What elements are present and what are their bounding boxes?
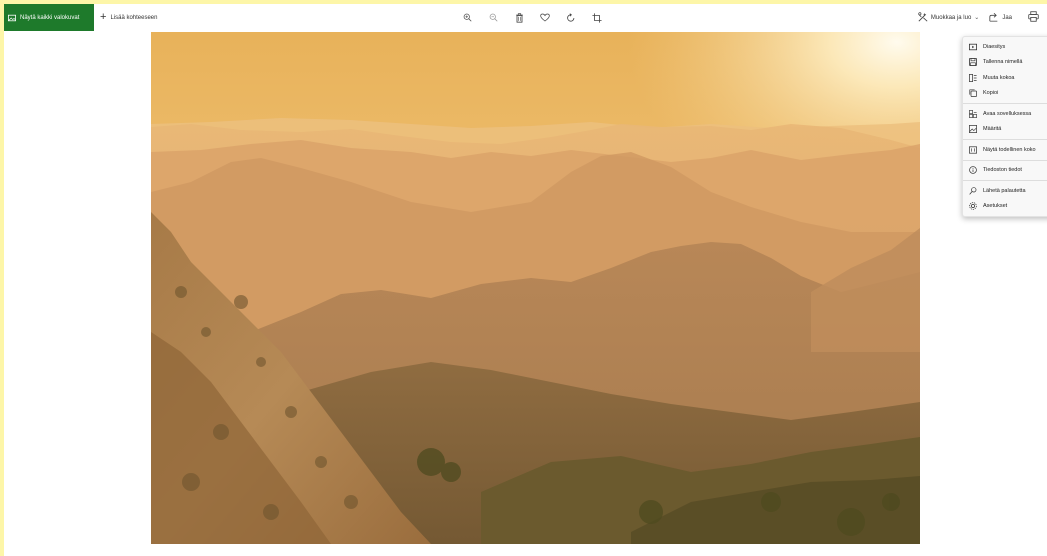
zoom-out-icon xyxy=(489,13,498,22)
menu-separator xyxy=(963,103,1047,104)
menu-item-copy[interactable]: Kopioi xyxy=(963,86,1047,102)
menu-item-label: Kopioi xyxy=(983,90,999,97)
plus-icon: + xyxy=(100,11,107,23)
add-to-button[interactable]: + Lisää kohteeseen xyxy=(100,4,157,31)
heart-icon xyxy=(540,13,550,22)
menu-item-send-feedback[interactable]: Lähetä palautetta xyxy=(963,183,1047,199)
view-all-photos-button[interactable]: Näytä kaikki valokuvat xyxy=(4,4,94,31)
menu-item-label: Tallenna nimellä xyxy=(983,59,1023,66)
crop-icon xyxy=(592,12,602,23)
menu-item-open-with[interactable]: Avaa sovelluksessa xyxy=(963,106,1047,122)
menu-item-label: Avaa sovelluksessa xyxy=(983,110,1032,117)
menu-separator xyxy=(963,159,1047,161)
menu-item-label: Asetukset xyxy=(983,203,1008,210)
print-button[interactable] xyxy=(1028,11,1039,24)
menu-item-settings[interactable]: Asetukset xyxy=(963,199,1047,215)
edit-and-create-button[interactable]: Muokkaa ja luo ⌄ xyxy=(918,11,980,24)
menu-item-actual-size[interactable]: Näytä todellinen koko xyxy=(963,142,1047,158)
menu-separator xyxy=(963,139,1047,140)
menu-item-label: Näytä todellinen koko xyxy=(983,146,1036,153)
right-tools: Muokkaa ja luo ⌄ Jaa xyxy=(918,4,1039,31)
crop-button[interactable] xyxy=(589,10,605,26)
trash-icon xyxy=(515,12,524,23)
zoom-out-button[interactable] xyxy=(485,10,501,26)
view-all-photos-label: Näytä kaikki valokuvat xyxy=(20,14,80,21)
share-label: Jaa xyxy=(1002,14,1012,21)
rotate-icon xyxy=(566,12,576,23)
set-as-icon xyxy=(969,125,977,134)
info-icon xyxy=(969,166,977,175)
feedback-icon xyxy=(969,186,977,195)
toolbar: Näytä kaikki valokuvat + Lisää kohteesee… xyxy=(4,4,1047,32)
settings-icon xyxy=(969,202,977,210)
save-icon xyxy=(969,58,977,67)
resize-icon xyxy=(969,73,977,82)
share-button[interactable]: Jaa xyxy=(989,12,1012,24)
edit-icon xyxy=(918,11,928,24)
image-tools xyxy=(459,4,605,31)
favorite-button[interactable] xyxy=(537,10,553,26)
zoom-in-button[interactable] xyxy=(459,10,475,26)
menu-item-resize[interactable]: Muuta kokoa xyxy=(963,70,1047,86)
rotate-button[interactable] xyxy=(563,10,579,26)
copy-icon xyxy=(969,89,977,98)
menu-item-label: Muuta kokoa xyxy=(983,74,1015,81)
more-options-menu: Diaesitys Tallenna nimellä Muuta kokoa K… xyxy=(962,36,1047,217)
print-icon xyxy=(1028,11,1039,24)
menu-separator xyxy=(963,180,1047,181)
zoom-in-icon xyxy=(463,13,472,22)
open-with-icon xyxy=(969,109,977,118)
menu-item-label: Määritä xyxy=(983,126,1002,133)
add-to-label: Lisää kohteeseen xyxy=(110,14,158,21)
menu-item-slideshow[interactable]: Diaesitys xyxy=(963,39,1047,55)
photo-viewer-window: Näytä kaikki valokuvat + Lisää kohteesee… xyxy=(4,4,1047,556)
edit-and-create-label: Muokkaa ja luo xyxy=(930,14,972,21)
menu-item-label: Diaesitys xyxy=(983,43,1006,50)
share-icon xyxy=(989,12,999,24)
slideshow-icon xyxy=(969,43,977,51)
menu-item-save-as[interactable]: Tallenna nimellä xyxy=(963,55,1047,71)
photo-canvas[interactable] xyxy=(151,32,920,544)
actual-size-icon xyxy=(969,146,977,154)
menu-item-label: Tiedoston tiedot xyxy=(983,167,1022,174)
menu-item-file-info[interactable]: Tiedoston tiedot xyxy=(963,163,1047,179)
photos-icon xyxy=(8,14,16,22)
menu-item-label: Lähetä palautetta xyxy=(983,187,1026,194)
menu-item-set-as[interactable]: Määritä xyxy=(963,122,1047,138)
delete-button[interactable] xyxy=(511,10,527,26)
chevron-down-icon: ⌄ xyxy=(974,15,980,21)
